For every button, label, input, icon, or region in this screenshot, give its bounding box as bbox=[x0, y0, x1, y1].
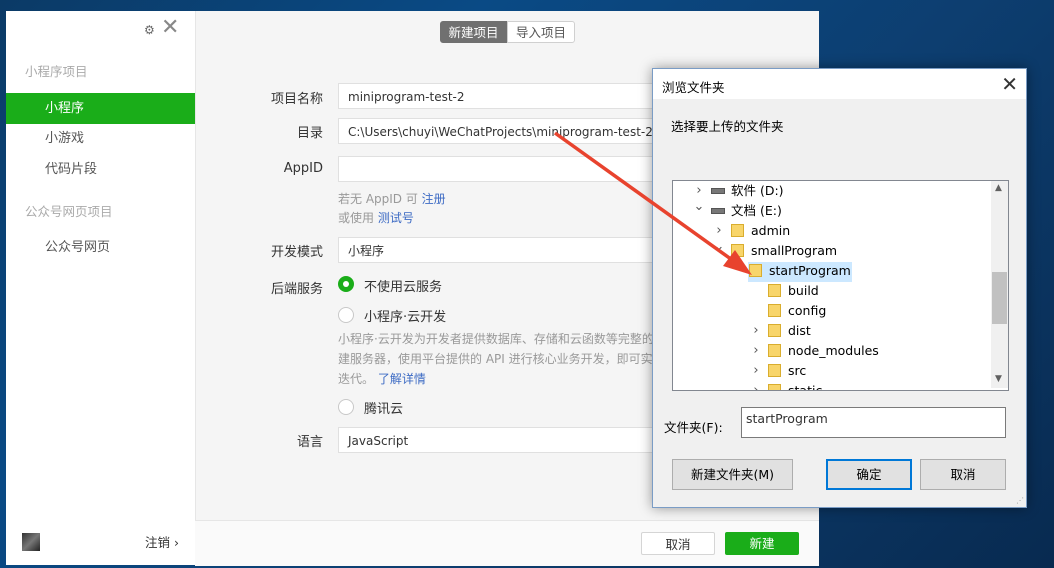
arrow-shaft bbox=[553, 131, 737, 264]
annotation-arrow bbox=[553, 131, 752, 275]
arrow-head bbox=[723, 250, 752, 275]
